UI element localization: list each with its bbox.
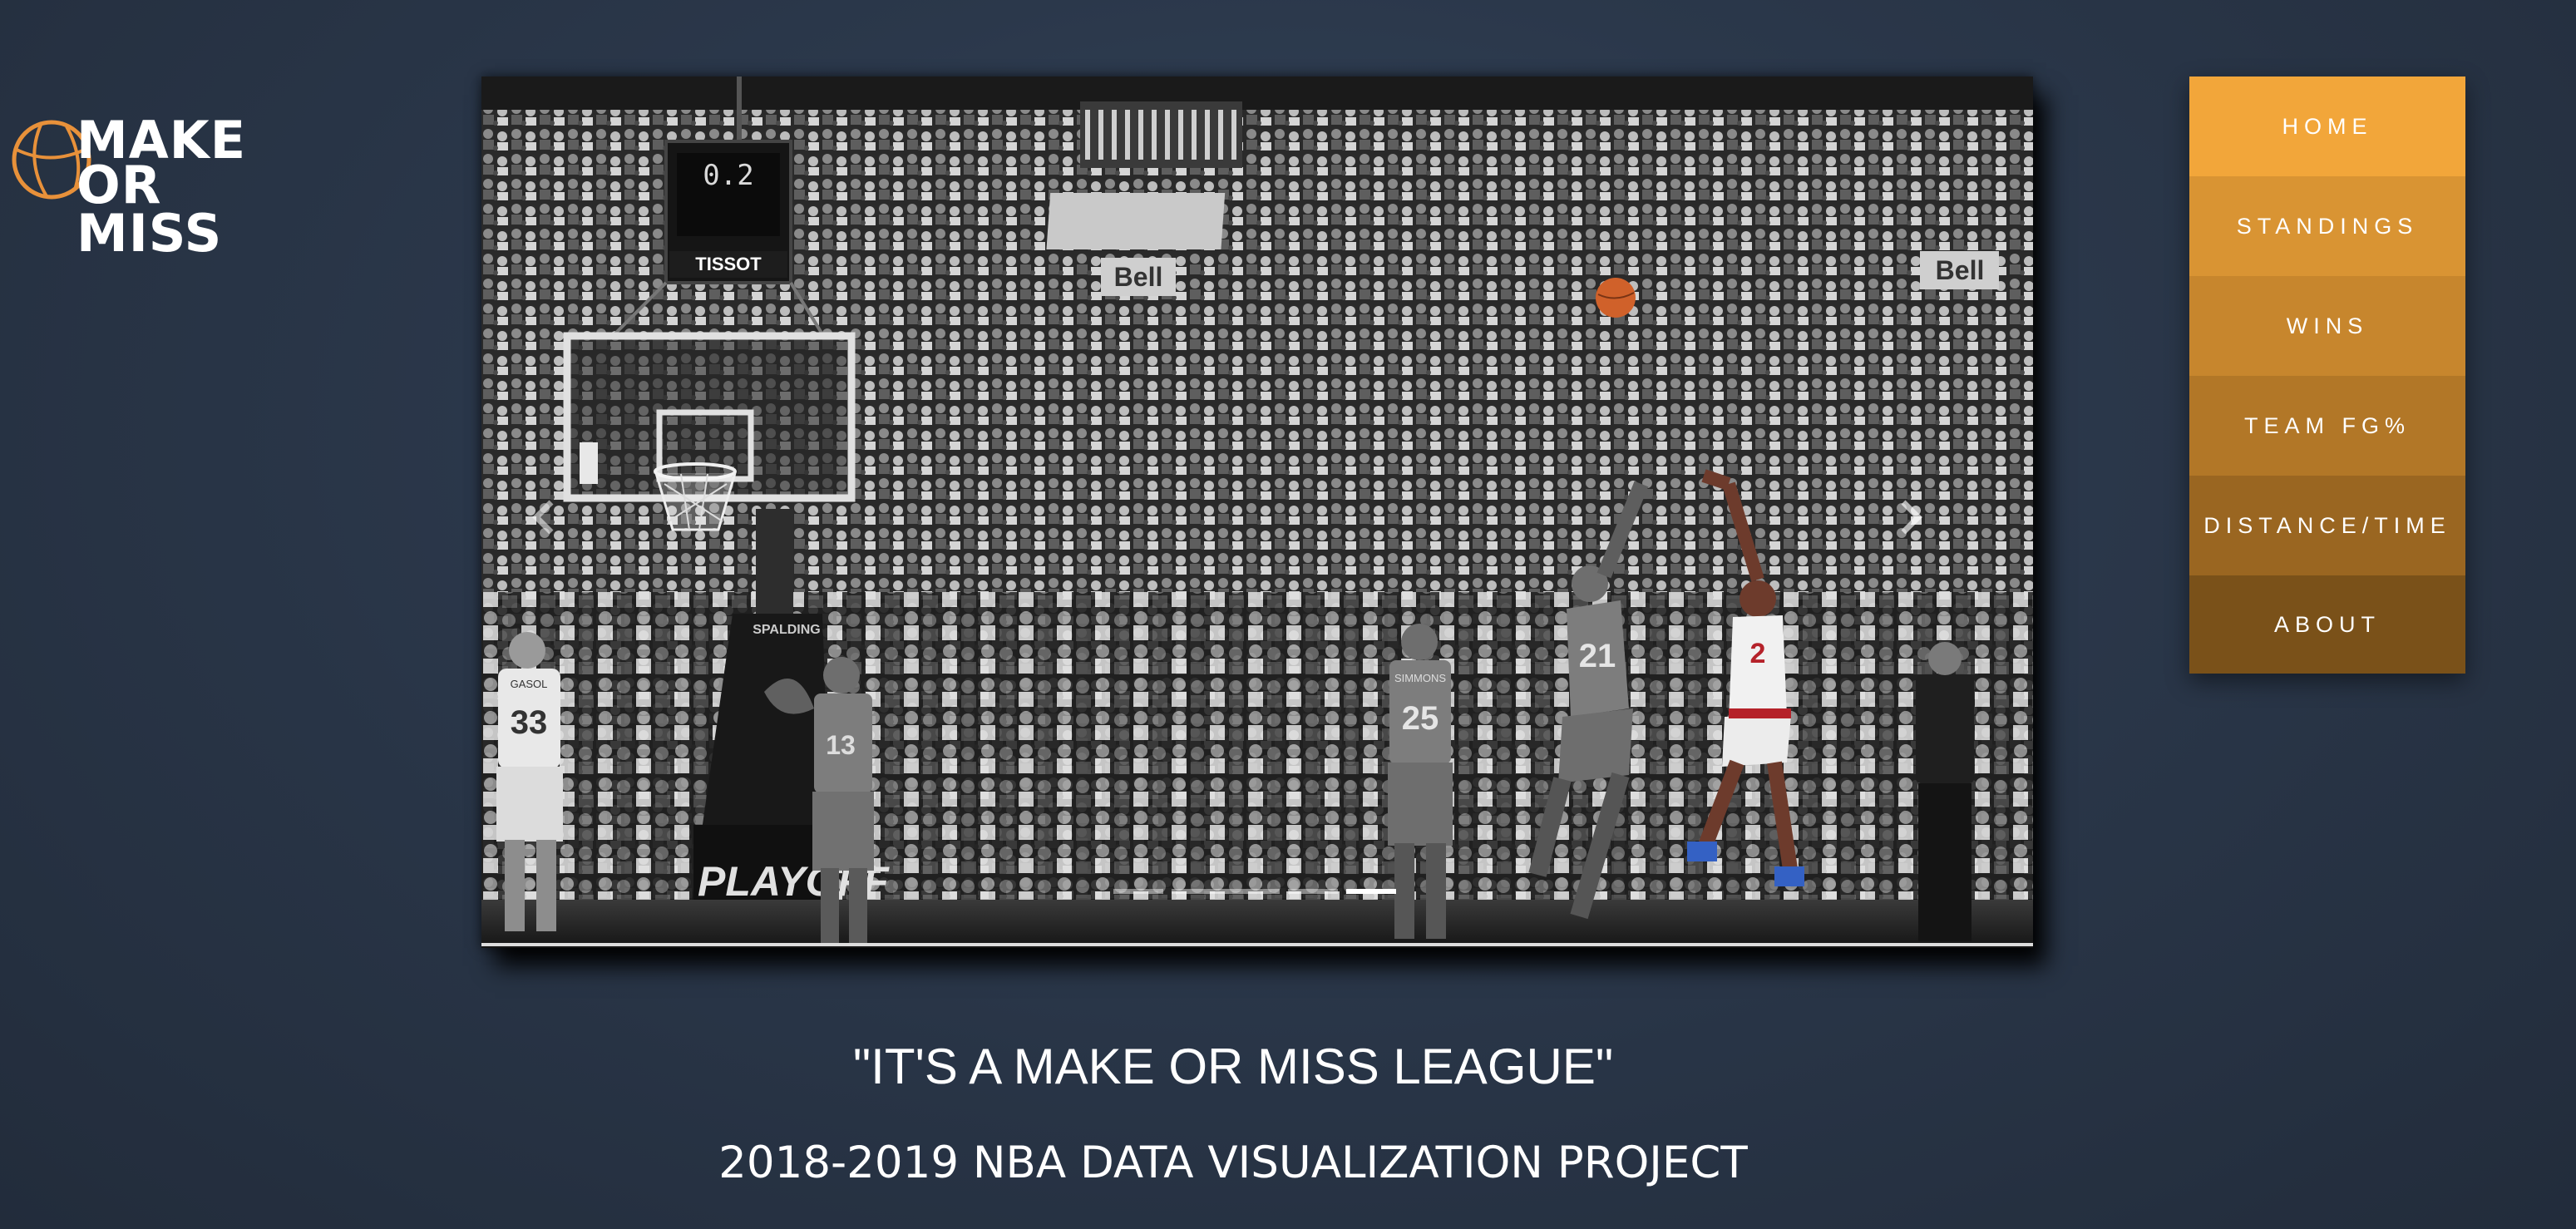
jersey-2: 2 bbox=[1750, 638, 1766, 669]
jersey-13: 13 bbox=[826, 730, 856, 760]
sign-bell-left: Bell bbox=[1114, 262, 1163, 292]
jersey-21: 21 bbox=[1579, 638, 1616, 674]
sign-bell-right: Bell bbox=[1936, 255, 1985, 285]
tagline: "IT'S A MAKE OR MISS LEAGUE" bbox=[852, 1039, 1614, 1094]
carousel-indicators bbox=[1113, 889, 1396, 894]
nav-item-about[interactable]: ABOUT bbox=[2189, 575, 2465, 674]
referee bbox=[1916, 642, 1974, 941]
main-nav: HOME STANDINGS WINS TEAM FG% DISTANCE/TI… bbox=[2189, 77, 2465, 674]
backboard bbox=[563, 332, 856, 531]
jersey-name-25: SIMMONS bbox=[1394, 672, 1446, 684]
carousel-indicator-2[interactable] bbox=[1172, 889, 1280, 894]
hero-photo: 0.2 TISSOT Bell Bell SPALDING PLAYOFF 33… bbox=[481, 77, 2033, 948]
logo[interactable]: MAKE OR MISS bbox=[8, 108, 316, 259]
chevron-left-icon bbox=[532, 500, 554, 535]
jersey-33: 33 bbox=[511, 704, 548, 741]
page-subtitle: 2018-2019 NBA DATA VISUALIZATION PROJECT bbox=[718, 1138, 1748, 1188]
nav-item-wins[interactable]: WINS bbox=[2189, 276, 2465, 376]
nav-item-home[interactable]: HOME bbox=[2189, 77, 2465, 176]
stanchion-brand: SPALDING bbox=[753, 623, 820, 637]
jersey-25: 25 bbox=[1402, 700, 1439, 737]
chevron-right-icon bbox=[1901, 500, 1922, 535]
carousel-prev-button[interactable] bbox=[523, 492, 565, 542]
carousel-indicator-4[interactable] bbox=[1346, 889, 1396, 894]
jersey-name-33: GASOL bbox=[511, 678, 548, 690]
hero-carousel[interactable]: 0.2 TISSOT Bell Bell SPALDING PLAYOFF 33… bbox=[481, 77, 2033, 948]
nav-item-distance-time[interactable]: DISTANCE/TIME bbox=[2189, 476, 2465, 575]
carousel-next-button[interactable] bbox=[1890, 492, 1932, 542]
nav-item-standings[interactable]: STANDINGS bbox=[2189, 176, 2465, 276]
nav-item-team-fg[interactable]: TEAM FG% bbox=[2189, 376, 2465, 476]
scoreboard-value: 0.2 bbox=[703, 159, 753, 192]
logo-text-or-miss: OR MISS bbox=[76, 155, 223, 264]
carousel-indicator-1[interactable] bbox=[1113, 889, 1163, 894]
carousel-indicator-3[interactable] bbox=[1288, 889, 1338, 894]
scoreboard-brand: TISSOT bbox=[695, 254, 762, 274]
